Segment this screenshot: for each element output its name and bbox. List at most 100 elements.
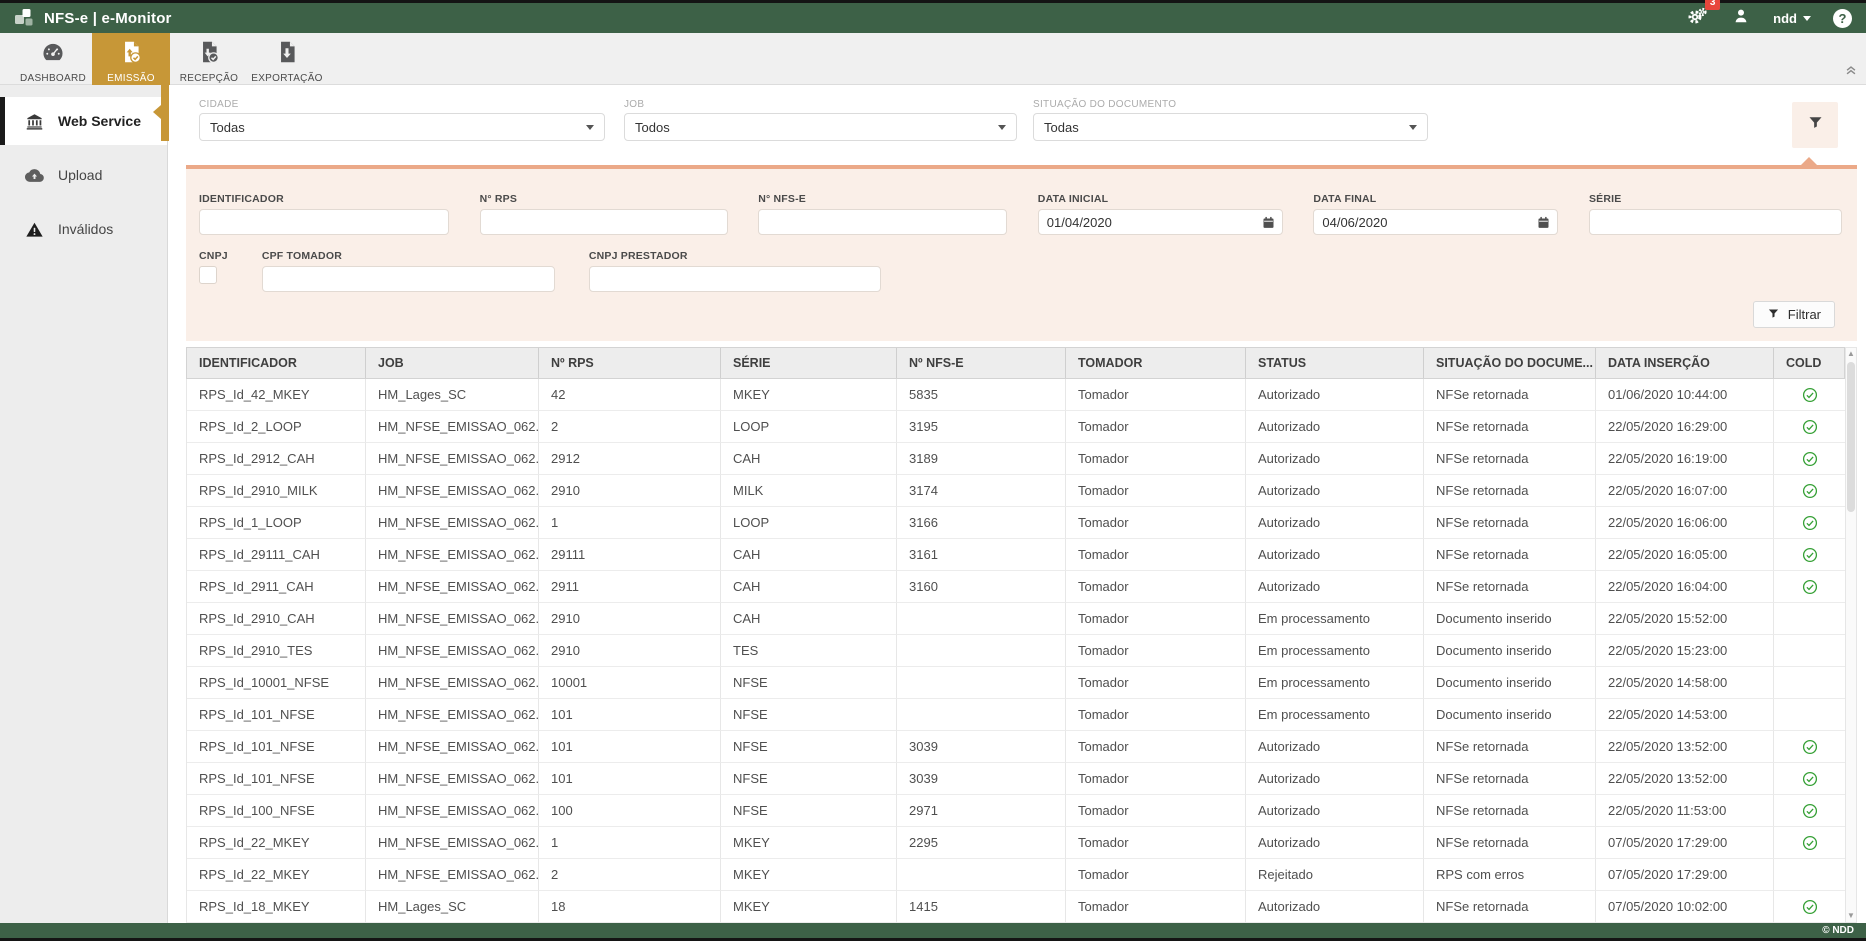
- app-window: NFS-e | e-Monitor 3: [0, 0, 1866, 941]
- username: ndd: [1773, 11, 1797, 26]
- calendar-icon[interactable]: [1536, 215, 1551, 230]
- quick-filters-row: CIDADE Todas JOB Todos SITUAÇÃO DO DOCUM…: [186, 85, 1857, 165]
- column-header[interactable]: SITUAÇÃO DO DOCUME...: [1424, 348, 1596, 378]
- table-row[interactable]: RPS_Id_1_LOOPHM_NFSE_EMISSAO_062...1LOOP…: [187, 507, 1845, 539]
- cell-identificador: RPS_Id_100_NFSE: [187, 795, 366, 827]
- situacao-select-group: SITUAÇÃO DO DOCUMENTO Todas: [1033, 99, 1428, 165]
- app-title: NFS-e | e-Monitor: [44, 10, 172, 27]
- cell-identificador: RPS_Id_22_MKEY: [187, 827, 366, 859]
- tab-label: RECEPÇÃO: [180, 73, 239, 84]
- table-row[interactable]: RPS_Id_2910_CAHHM_NFSE_EMISSAO_062...291…: [187, 603, 1845, 635]
- nfse-input[interactable]: [758, 209, 1007, 235]
- filtrar-button-label: Filtrar: [1788, 307, 1821, 322]
- cell-cold: [1774, 571, 1847, 603]
- tab-dashboard[interactable]: DASHBOARD: [14, 33, 92, 85]
- sidebar-item-invalidos[interactable]: Inválidos: [0, 205, 167, 253]
- job-select[interactable]: Todos: [624, 113, 1017, 141]
- table-row[interactable]: RPS_Id_2910_TESHM_NFSE_EMISSAO_062...291…: [187, 635, 1845, 667]
- cell-status: Autorizado: [1246, 507, 1424, 539]
- cell-serie: LOOP: [721, 411, 897, 443]
- calendar-icon[interactable]: [1261, 215, 1276, 230]
- table-row[interactable]: RPS_Id_2_LOOPHM_NFSE_EMISSAO_062...2LOOP…: [187, 411, 1845, 443]
- table-row[interactable]: RPS_Id_2910_MILKHM_NFSE_EMISSAO_062...29…: [187, 475, 1845, 507]
- cell-nfse: 2295: [897, 827, 1066, 859]
- scroll-down-icon[interactable]: ▼: [1847, 910, 1855, 922]
- cpf-tomador-input[interactable]: [262, 266, 555, 292]
- cell-data_insercao: 22/05/2020 16:04:00: [1596, 571, 1774, 603]
- cnpj-checkbox[interactable]: [199, 266, 217, 284]
- data-inicial-input[interactable]: [1038, 209, 1283, 235]
- cell-tomador: Tomador: [1066, 603, 1246, 635]
- filtrar-button[interactable]: Filtrar: [1753, 301, 1835, 328]
- table-scrollbar[interactable]: ▲ ▼: [1845, 347, 1857, 923]
- column-header[interactable]: Nº RPS: [539, 348, 721, 378]
- table-row[interactable]: RPS_Id_42_MKEYHM_Lages_SC42MKEY5835Tomad…: [187, 379, 1845, 411]
- identificador-input[interactable]: [199, 209, 449, 235]
- cold-check-icon: [1802, 771, 1818, 787]
- column-header[interactable]: STATUS: [1246, 348, 1424, 378]
- cell-serie: CAH: [721, 539, 897, 571]
- sidebar-item-upload[interactable]: Upload: [0, 151, 167, 199]
- table-row[interactable]: RPS_Id_22_MKEYHM_NFSE_EMISSAO_062...2MKE…: [187, 859, 1845, 891]
- column-header[interactable]: IDENTIFICADOR: [187, 348, 366, 378]
- cell-identificador: RPS_Id_2910_MILK: [187, 475, 366, 507]
- cell-job: HM_Lages_SC: [366, 379, 539, 411]
- cell-cold: [1774, 507, 1847, 539]
- cell-identificador: RPS_Id_29111_CAH: [187, 539, 366, 571]
- table-row[interactable]: RPS_Id_100_NFSEHM_NFSE_EMISSAO_062...100…: [187, 795, 1845, 827]
- help-button[interactable]: ?: [1833, 9, 1852, 28]
- rps-input[interactable]: [480, 209, 728, 235]
- user-menu[interactable]: [1731, 6, 1751, 31]
- funnel-icon: [1767, 307, 1780, 323]
- cell-tomador: Tomador: [1066, 539, 1246, 571]
- column-header[interactable]: SÉRIE: [721, 348, 897, 378]
- scroll-up-icon[interactable]: ▲: [1847, 348, 1855, 360]
- table-row[interactable]: RPS_Id_101_NFSEHM_NFSE_EMISSAO_062...101…: [187, 763, 1845, 795]
- column-header[interactable]: DATA INSERÇÃO: [1596, 348, 1774, 378]
- table-row[interactable]: RPS_Id_101_NFSEHM_NFSE_EMISSAO_062...101…: [187, 731, 1845, 763]
- cell-identificador: RPS_Id_2910_CAH: [187, 603, 366, 635]
- table-row[interactable]: RPS_Id_2911_CAHHM_NFSE_EMISSAO_062...291…: [187, 571, 1845, 603]
- sidebar-item-web-service[interactable]: Web Service: [0, 97, 167, 145]
- sidebar: Web Service Upload Inválidos: [0, 85, 168, 923]
- cidade-select[interactable]: Todas: [199, 113, 605, 141]
- column-header[interactable]: Nº NFS-E: [897, 348, 1066, 378]
- data-final-input[interactable]: [1313, 209, 1558, 235]
- table-row[interactable]: RPS_Id_2912_CAHHM_NFSE_EMISSAO_062...291…: [187, 443, 1845, 475]
- cell-status: Em processamento: [1246, 699, 1424, 731]
- cell-data_insercao: 22/05/2020 13:52:00: [1596, 731, 1774, 763]
- table-row[interactable]: RPS_Id_22_MKEYHM_NFSE_EMISSAO_062...1MKE…: [187, 827, 1845, 859]
- table-row[interactable]: RPS_Id_101_NFSEHM_NFSE_EMISSAO_062...101…: [187, 699, 1845, 731]
- cell-data_insercao: 01/06/2020 10:44:00: [1596, 379, 1774, 411]
- cnpj-prestador-input[interactable]: [589, 266, 881, 292]
- scrollbar-thumb[interactable]: [1847, 362, 1855, 512]
- tab-exportacao[interactable]: EXPORTAÇÃO: [248, 33, 326, 85]
- situacao-select[interactable]: Todas: [1033, 113, 1428, 141]
- cell-cold: [1774, 475, 1847, 507]
- collapse-toolbar-button[interactable]: [1844, 63, 1858, 82]
- column-header[interactable]: COLD: [1774, 348, 1847, 378]
- cell-tomador: Tomador: [1066, 411, 1246, 443]
- cell-serie: TES: [721, 635, 897, 667]
- cell-nfse: 2971: [897, 795, 1066, 827]
- cell-situacao: NFSe retornada: [1424, 443, 1596, 475]
- notifications-button[interactable]: 3: [1685, 4, 1709, 33]
- username-dropdown[interactable]: ndd: [1773, 11, 1811, 26]
- data-final-label: DATA FINAL: [1313, 193, 1558, 205]
- cell-rps: 101: [539, 763, 721, 795]
- cell-status: Autorizado: [1246, 795, 1424, 827]
- cell-status: Autorizado: [1246, 891, 1424, 923]
- table-row[interactable]: RPS_Id_10001_NFSEHM_NFSE_EMISSAO_062...1…: [187, 667, 1845, 699]
- filter-toggle-button[interactable]: [1792, 102, 1838, 148]
- tab-recepcao[interactable]: RECEPÇÃO: [170, 33, 248, 85]
- cell-tomador: Tomador: [1066, 667, 1246, 699]
- tab-emissao[interactable]: EMISSÃO: [92, 33, 170, 85]
- column-header[interactable]: JOB: [366, 348, 539, 378]
- column-header[interactable]: TOMADOR: [1066, 348, 1246, 378]
- cell-situacao: Documento inserido: [1424, 667, 1596, 699]
- serie-input[interactable]: [1589, 209, 1842, 235]
- cell-data_insercao: 07/05/2020 10:02:00: [1596, 891, 1774, 923]
- table-row[interactable]: RPS_Id_29111_CAHHM_NFSE_EMISSAO_062...29…: [187, 539, 1845, 571]
- table-row[interactable]: RPS_Id_18_MKEYHM_Lages_SC18MKEY1415Tomad…: [187, 891, 1845, 923]
- rps-label: N° RPS: [480, 193, 728, 205]
